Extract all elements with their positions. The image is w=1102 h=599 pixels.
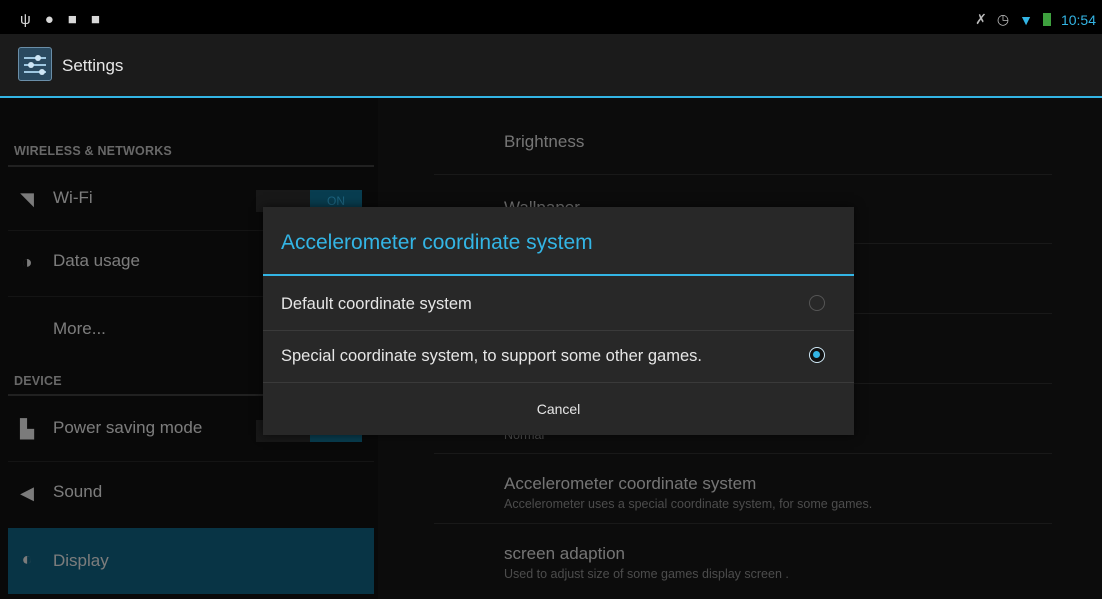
- battery-icon: [1042, 13, 1051, 26]
- option-label: Special coordinate system, to support so…: [281, 347, 702, 365]
- cancel-button[interactable]: Cancel: [263, 383, 854, 435]
- app-title: Settings: [62, 56, 124, 75]
- option-divider: [263, 330, 854, 331]
- system-icons: ✗ ◷ ▼ 10:54: [975, 11, 1096, 28]
- action-bar: Settings: [0, 34, 1102, 98]
- option-label: Default coordinate system: [281, 295, 472, 313]
- download-icon: ■: [67, 11, 77, 28]
- settings-app-icon[interactable]: [18, 47, 52, 81]
- dialog-title-divider: [263, 274, 854, 276]
- android-debug-icon: ●: [44, 11, 54, 28]
- alarm-icon: ◷: [996, 11, 1010, 27]
- dialog-title: Accelerometer coordinate system: [281, 231, 593, 254]
- status-bar: ψ ● ■ ■ ✗ ◷ ▼ 10:54: [0, 8, 1102, 34]
- usb-icon: ψ: [20, 11, 31, 28]
- clock: 10:54: [1060, 11, 1096, 28]
- radio-unchecked-icon[interactable]: [809, 295, 825, 311]
- wifi-icon: ▼: [1019, 11, 1033, 28]
- accelerometer-dialog: Accelerometer coordinate system Default …: [263, 207, 854, 435]
- mute-icon: ✗: [975, 11, 987, 27]
- download-icon: ■: [90, 11, 100, 28]
- notification-icons: ψ ● ■ ■: [20, 11, 100, 29]
- option-special-coordinate[interactable]: Special coordinate system, to support so…: [263, 332, 854, 382]
- radio-checked-icon[interactable]: [809, 347, 825, 363]
- option-default-coordinate[interactable]: Default coordinate system: [263, 280, 854, 330]
